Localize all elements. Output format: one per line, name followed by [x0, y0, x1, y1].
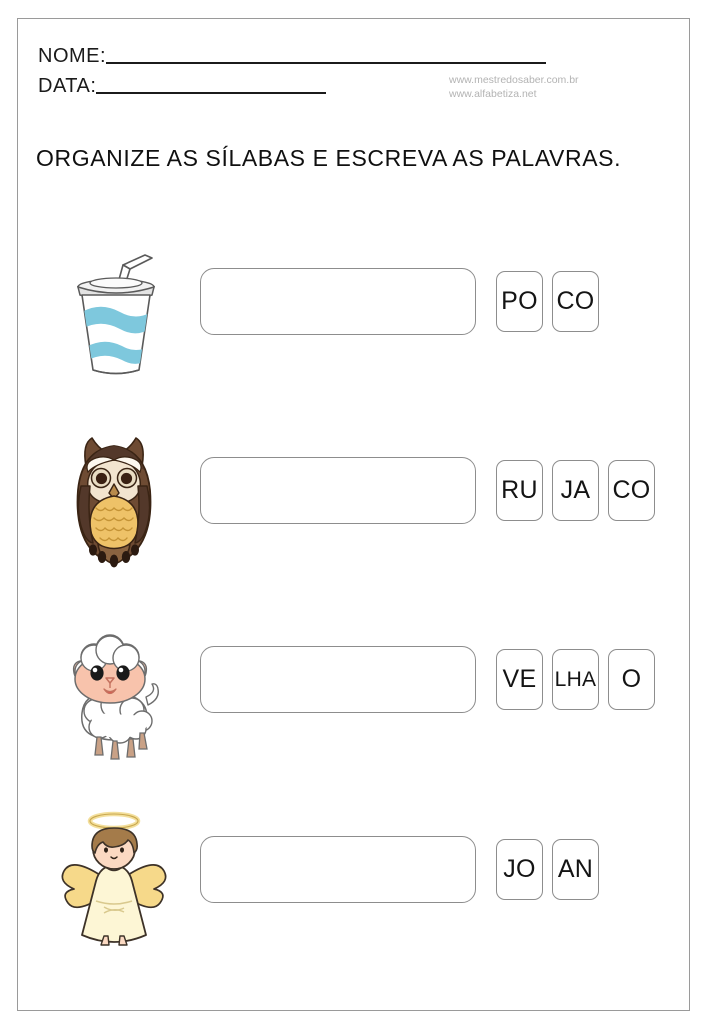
answer-input-box[interactable]: [200, 268, 476, 335]
worksheet-page: NOME: DATA: www.mestredosaber.com.br www…: [0, 0, 724, 1024]
sheep-icon: [60, 613, 180, 763]
exercise-row: PO CO: [60, 235, 680, 385]
syllable-tiles: RU JA CO: [496, 459, 655, 521]
cup-icon: [60, 235, 180, 385]
exercise-row: RU JA CO: [60, 424, 680, 574]
syllable-tile[interactable]: AN: [552, 838, 599, 900]
answer-input-box[interactable]: [200, 457, 476, 524]
syllable-tile[interactable]: CO: [552, 270, 599, 332]
syllable-tiles: PO CO: [496, 270, 599, 332]
angel-icon: [60, 803, 180, 953]
exercise-row: VE LHA O: [60, 613, 680, 763]
syllable-tile[interactable]: PO: [496, 270, 543, 332]
owl-icon: [60, 424, 180, 574]
syllable-tile[interactable]: O: [608, 648, 655, 710]
answer-input-box[interactable]: [200, 646, 476, 713]
syllable-tile[interactable]: VE: [496, 648, 543, 710]
syllable-tile[interactable]: JA: [552, 459, 599, 521]
exercise-row: JO AN: [60, 803, 680, 953]
syllable-tile[interactable]: RU: [496, 459, 543, 521]
syllable-tiles: VE LHA O: [496, 648, 655, 710]
syllable-tile[interactable]: LHA: [552, 648, 599, 710]
syllable-tile[interactable]: JO: [496, 838, 543, 900]
exercise-list: PO CO RU JA CO VE LHA O JO AN: [0, 0, 724, 1024]
syllable-tiles: JO AN: [496, 838, 599, 900]
answer-input-box[interactable]: [200, 836, 476, 903]
syllable-tile[interactable]: CO: [608, 459, 655, 521]
